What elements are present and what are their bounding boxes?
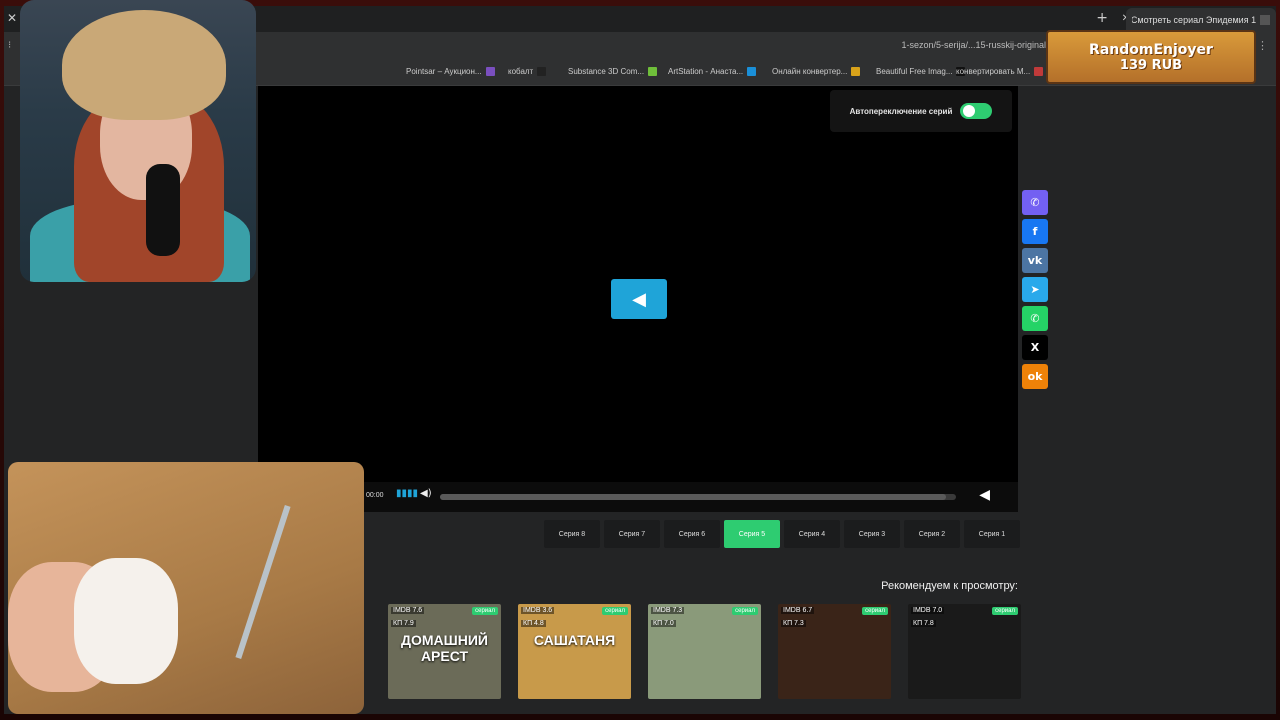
autoplay-label: Автопереключение серий <box>849 106 953 116</box>
kp-rating: КП 7.9 <box>391 620 416 627</box>
imdb-rating: IMDB 6.7 <box>781 607 815 614</box>
bookmark-item[interactable]: Beautiful Free Imag... <box>876 67 966 76</box>
player-controls: 00:00 ▮▮▮▮ ◀) ◀ <box>258 482 1018 512</box>
bookmark-label: Pointsar – Аукцион... <box>406 67 482 76</box>
stream-frame: ✕ + ✕ Смотреть сериал Эпидемия 1 ⁝ 1-sez… <box>0 0 1280 720</box>
episode-button[interactable]: Серия 2 <box>904 520 960 548</box>
bookmark-item[interactable]: Pointsar – Аукцион... <box>406 67 495 76</box>
speaker-icon[interactable]: ◀) <box>420 488 432 499</box>
close-icon[interactable]: ✕ <box>7 11 17 25</box>
microphone-icon <box>146 164 180 256</box>
whatsapp-icon[interactable]: ✆ <box>1022 306 1048 331</box>
telegram-icon[interactable]: ➤ <box>1022 277 1048 302</box>
episode-button[interactable]: Серия 7 <box>604 520 660 548</box>
episode-button[interactable]: Серия 4 <box>784 520 840 548</box>
poster-card[interactable]: сериал IMDB 6.7 КП 7.3 <box>778 604 891 699</box>
autoplay-toggle[interactable] <box>960 103 993 119</box>
favicon-icon <box>1260 15 1270 25</box>
episode-button[interactable]: Серия 5 <box>724 520 780 548</box>
site-info-icon[interactable]: ⁝ <box>8 40 11 51</box>
play-icon: ◀ <box>632 288 646 310</box>
crochet-hook <box>235 504 291 660</box>
poster-tag: сериал <box>732 607 758 615</box>
poster-tag: сериал <box>862 607 888 615</box>
x-icon[interactable]: X <box>1022 335 1048 360</box>
poster-tag: сериал <box>472 607 498 615</box>
kp-rating: КП 7.8 <box>911 620 936 627</box>
viber-icon[interactable]: ✆ <box>1022 190 1048 215</box>
bookmark-label: Онлайн конвертер... <box>772 67 848 76</box>
poster-tag: сериал <box>602 607 628 615</box>
episode-button[interactable]: Серия 6 <box>664 520 720 548</box>
poster-tag: сериал <box>992 607 1018 615</box>
progress-bar[interactable] <box>440 494 956 500</box>
handcam-overlay <box>8 462 364 714</box>
bookmark-label: Substance 3D Com... <box>568 67 645 76</box>
kp-rating: КП 4.8 <box>521 620 546 627</box>
tab-active[interactable]: Смотреть сериал Эпидемия 1 <box>1126 8 1276 32</box>
imdb-rating: IMDB 7.0 <box>911 607 945 614</box>
bookmark-item[interactable]: Онлайн конвертер... <box>772 67 861 76</box>
poster-card[interactable]: сериал IMDB 3.6 КП 4.8 САШАТАНЯ <box>518 604 631 699</box>
bookmark-icon <box>648 67 658 76</box>
volume-bars-icon[interactable]: ▮▮▮▮ <box>396 488 418 499</box>
episode-button[interactable]: Серия 3 <box>844 520 900 548</box>
bookmark-label: Beautiful Free Imag... <box>876 67 953 76</box>
bookmark-icon <box>485 67 495 76</box>
imdb-rating: IMDB 7.3 <box>651 607 685 614</box>
poster-row: сериал IMDB 7.6 КП 7.9 ДОМАШНИЙ АРЕСТ сериал… <box>388 604 1021 699</box>
url-field[interactable]: 1-sezon/5-serija/...15-russkij-original <box>901 40 1046 50</box>
odnoklassniki-icon[interactable]: ok <box>1022 364 1048 389</box>
cam-hat <box>62 10 226 120</box>
poster-title: САШАТАНЯ <box>533 632 616 648</box>
bookmark-item[interactable]: кобалт <box>508 67 547 76</box>
poster-card[interactable]: сериал IMDB 7.0 КП 7.8 <box>908 604 1021 699</box>
facebook-icon[interactable]: f <box>1022 219 1048 244</box>
poster-card[interactable]: сериал IMDB 7.3 КП 7.0 <box>648 604 761 699</box>
menu-icon[interactable]: ⋮ <box>1257 39 1268 52</box>
episode-list: Серия 8 Серия 7 Серия 6 Серия 5 Серия 4 Серия… <box>544 520 1020 548</box>
poster-title: ДОМАШНИЙ АРЕСТ <box>401 632 488 664</box>
bookmark-label: кобалт <box>508 67 534 76</box>
bookmark-icon <box>537 67 547 76</box>
bookmark-icon <box>851 67 861 76</box>
bookmark-item[interactable]: ArtStation - Анаста... <box>668 67 757 76</box>
play-button[interactable]: ◀ <box>611 279 667 319</box>
progress-fill <box>440 494 946 500</box>
share-bar: ✆ f vk ➤ ✆ Xok <box>1022 190 1048 389</box>
poster-card[interactable]: сериал IMDB 7.6 КП 7.9 ДОМАШНИЙ АРЕСТ <box>388 604 501 699</box>
vk-icon[interactable]: vk <box>1022 248 1048 273</box>
bookmark-item[interactable]: Substance 3D Com... <box>568 67 658 76</box>
imdb-rating: IMDB 7.6 <box>391 607 425 614</box>
bookmark-icon <box>1034 67 1044 76</box>
episode-button[interactable]: Серия 8 <box>544 520 600 548</box>
bookmark-label: ArtStation - Анаста... <box>668 67 744 76</box>
webcam-overlay <box>20 0 256 282</box>
recommend-heading: Рекомендуем к просмотру: <box>881 580 1018 592</box>
donation-alert: RandomEnjoyer 139 RUB <box>1046 30 1256 84</box>
donation-amount: 139 RUB <box>1119 57 1183 73</box>
imdb-rating: IMDB 3.6 <box>521 607 555 614</box>
toggle-knob <box>963 105 976 117</box>
crochet-toy <box>74 558 178 684</box>
episode-button[interactable]: Серия 1 <box>964 520 1020 548</box>
new-tab-button[interactable]: + <box>1096 10 1108 26</box>
donor-name: RandomEnjoyer <box>1089 41 1213 58</box>
play-control-icon[interactable]: ◀ <box>979 487 990 503</box>
video-player[interactable]: Автопереключение серий ◀ <box>258 86 1018 512</box>
bookmark-label: конвертировать М... <box>956 67 1031 76</box>
kp-rating: КП 7.0 <box>651 620 676 627</box>
time-display: 00:00 <box>366 492 384 499</box>
tab-title: Смотреть сериал Эпидемия 1 <box>1132 15 1257 25</box>
bookmark-icon <box>747 67 757 76</box>
autoplay-switch[interactable]: Автопереключение серий <box>830 90 1012 132</box>
kp-rating: КП 7.3 <box>781 620 806 627</box>
bookmark-item[interactable]: конвертировать М... <box>956 67 1044 76</box>
